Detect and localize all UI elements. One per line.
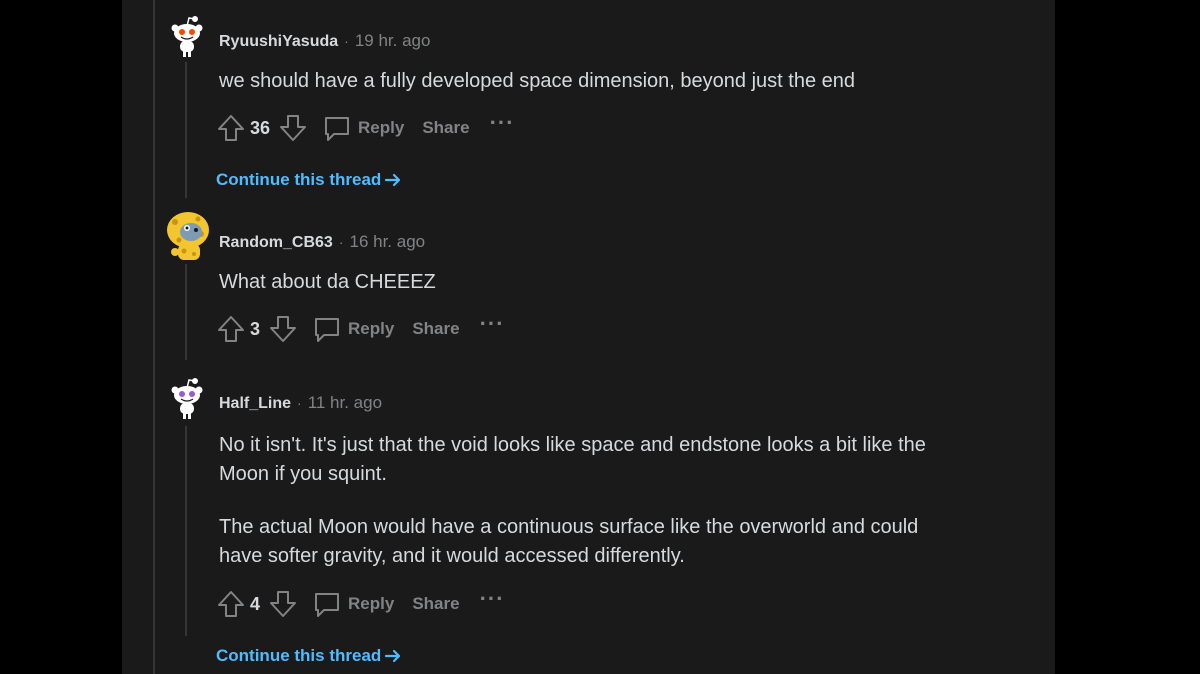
comment-icon	[325, 117, 350, 141]
comment-icon	[315, 593, 340, 617]
downvote-icon[interactable]	[268, 314, 298, 344]
upvote-icon[interactable]	[216, 113, 246, 143]
upvote-icon[interactable]	[216, 589, 246, 619]
timestamp[interactable]: 19 hr. ago	[355, 31, 431, 51]
reply-label: Reply	[348, 594, 395, 613]
separator: ·	[297, 395, 302, 411]
continue-thread-label: Continue this thread	[216, 646, 382, 665]
snoo-avatar-icon[interactable]	[165, 376, 209, 420]
comment-paragraph: What about da CHEEEZ	[219, 271, 436, 293]
reply-button[interactable]: Reply	[322, 113, 404, 143]
reply-button[interactable]: Reply	[312, 589, 394, 619]
comment-body: No it isn't. It's just that the void loo…	[219, 431, 959, 595]
share-button[interactable]: Share	[422, 118, 469, 138]
comment-meta: Half_Line · 11 hr. ago	[219, 393, 382, 413]
share-button[interactable]: Share	[412, 594, 459, 614]
comment-meta: RyuushiYasuda · 19 hr. ago	[219, 31, 430, 51]
thread-line[interactable]	[185, 426, 187, 636]
cheese-mascot-avatar-icon[interactable]	[165, 210, 211, 262]
snoo-avatar-icon[interactable]	[165, 14, 209, 58]
continue-thread-link[interactable]: Continue this thread	[216, 646, 402, 666]
continue-thread-label: Continue this thread	[216, 170, 382, 189]
timestamp[interactable]: 11 hr. ago	[308, 393, 382, 413]
more-options-button[interactable]: ···	[490, 112, 515, 138]
more-options-button[interactable]: ···	[480, 313, 505, 339]
continue-thread-link[interactable]: Continue this thread	[216, 170, 402, 190]
comment-meta: Random_CB63 · 16 hr. ago	[219, 232, 425, 252]
reply-label: Reply	[348, 319, 395, 338]
username[interactable]: RyuushiYasuda	[219, 33, 338, 51]
comment-actions: 36 Reply Share ···	[216, 112, 515, 144]
downvote-icon[interactable]	[268, 589, 298, 619]
comment-actions: 3 Reply Share ···	[216, 313, 505, 345]
upvote-icon[interactable]	[216, 314, 246, 344]
comment-paragraph: The actual Moon would have a continuous …	[219, 516, 919, 567]
downvote-icon[interactable]	[278, 113, 308, 143]
comment-paragraph: we should have a fully developed space d…	[219, 70, 855, 92]
thread-line[interactable]	[153, 0, 155, 674]
username[interactable]: Random_CB63	[219, 234, 333, 252]
reply-label: Reply	[358, 118, 405, 137]
arrow-right-icon	[385, 649, 401, 663]
comment-icon	[315, 318, 340, 342]
separator: ·	[338, 234, 344, 250]
comment-actions: 4 Reply Share ···	[216, 588, 505, 620]
share-button[interactable]: Share	[412, 319, 459, 339]
comment-paragraph: No it isn't. It's just that the void loo…	[219, 434, 926, 485]
timestamp[interactable]: 16 hr. ago	[349, 232, 425, 252]
more-options-button[interactable]: ···	[480, 588, 505, 614]
separator: ·	[344, 33, 349, 49]
vote-score: 3	[250, 318, 261, 339]
thread-line[interactable]	[185, 62, 187, 198]
arrow-right-icon	[385, 173, 401, 187]
vote-score: 4	[250, 593, 261, 614]
reply-button[interactable]: Reply	[312, 314, 394, 344]
thread-line[interactable]	[185, 264, 187, 360]
vote-score: 36	[250, 117, 271, 138]
username[interactable]: Half_Line	[219, 395, 291, 413]
